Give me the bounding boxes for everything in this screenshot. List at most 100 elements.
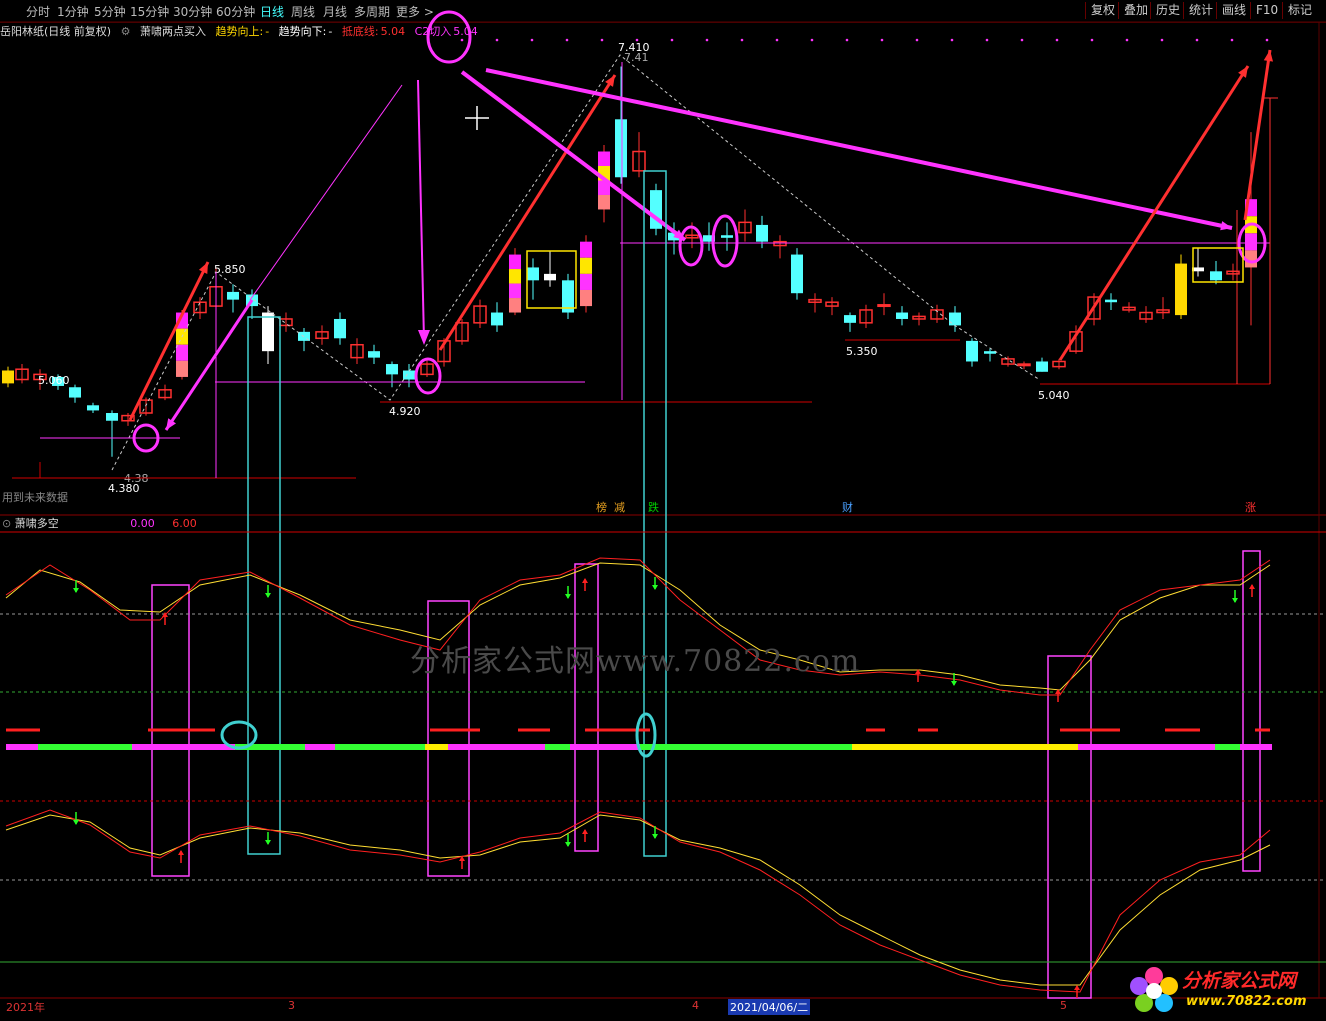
down-arrow-icon-head [951, 681, 957, 686]
red-trend-arrow [1243, 49, 1272, 221]
candle-body [580, 273, 592, 290]
top-dot-mark [495, 38, 499, 42]
down-arrow-icon-head [1232, 598, 1238, 603]
down-arrow-icon-head [265, 840, 271, 845]
candle-body [69, 387, 81, 398]
candle-body [262, 312, 274, 352]
top-dot-mark [1230, 38, 1234, 42]
thin-magenta-line [249, 84, 403, 301]
candle-body [721, 235, 733, 238]
top-dot-mark [1090, 38, 1094, 42]
flower-logo-icon [1130, 967, 1178, 1012]
top-dot-mark [1160, 38, 1164, 42]
top-dot-mark [740, 38, 744, 42]
indicator-panel-title: ⊙ 萧啸多空 0.00 6.00 [2, 515, 197, 531]
candle-body [106, 413, 118, 421]
candle-body [1105, 299, 1117, 303]
osc2-red-line [5, 809, 1271, 993]
candle-body [949, 312, 961, 326]
candle-body [598, 194, 610, 210]
event-tag: 榜 [596, 500, 607, 514]
price-label-low2: 4.920 [389, 405, 421, 418]
top-dot-mark [670, 38, 674, 42]
price-label-low3: 5.350 [846, 345, 878, 358]
candle-body [580, 289, 592, 307]
magenta-line [417, 79, 425, 341]
down-arrow-icon-head [565, 842, 571, 847]
top-dot-mark [705, 38, 709, 42]
candle-body [527, 267, 539, 281]
magenta-arrow [485, 68, 1233, 230]
brand-logo: 分析家公式网 www.70822.com [1124, 962, 1324, 1018]
candle-body [966, 340, 978, 362]
top-dot-mark [600, 38, 604, 42]
top-dot-mark [1125, 38, 1129, 42]
magenta-arrow-head [418, 330, 430, 345]
magenta-arrow [460, 70, 687, 242]
candle-body [598, 151, 610, 166]
panel2-name: 萧啸多空 [14, 517, 59, 530]
candle-body [844, 315, 856, 323]
candle-body [1245, 233, 1257, 251]
candle-body [1036, 361, 1048, 372]
candle-body [509, 269, 521, 284]
candle-body [1175, 263, 1187, 316]
circle-marker [678, 225, 704, 267]
top-dot-mark [565, 38, 569, 42]
candle-body [509, 298, 521, 313]
event-tag: 跌 [648, 500, 659, 514]
logo-name: 分析家公式网 [1182, 970, 1297, 992]
top-dot-mark [950, 38, 954, 42]
collapse-icon[interactable]: ⊙ [2, 517, 11, 530]
candle-body [1210, 271, 1222, 281]
top-dot-mark [880, 38, 884, 42]
candle-body [756, 224, 768, 242]
date-march: 3 [288, 999, 295, 1012]
date-may: 5 [1060, 999, 1067, 1012]
event-tag: 涨 [1245, 501, 1256, 514]
panel2-value-2: 6.00 [172, 517, 197, 530]
up-arrow-icon-head [1074, 985, 1080, 990]
candle-body [87, 405, 99, 411]
top-dot-mark [985, 38, 989, 42]
up-arrow-icon-head [1249, 584, 1255, 589]
magenta-highlight-box [1047, 655, 1092, 999]
candle-body [334, 318, 346, 339]
candle-body [896, 312, 908, 319]
magenta-highlight-box [1242, 550, 1261, 872]
magenta-highlight-box [574, 563, 599, 852]
price-label-peak-b: 7.41 [624, 51, 649, 64]
down-arrow-icon-head [73, 820, 79, 825]
top-dot-mark [530, 38, 534, 42]
date-april: 4 [692, 999, 699, 1012]
red-trend-arrow [1058, 65, 1250, 361]
date-cursor: 2021/04/06/二 [728, 999, 811, 1015]
top-dot-mark [1020, 38, 1024, 42]
candle-body [2, 370, 14, 384]
price-label-low4: 5.040 [1038, 389, 1070, 402]
down-arrow-icon-head [265, 593, 271, 598]
candle-body [877, 304, 891, 308]
candle-body [386, 364, 398, 375]
candle-body [403, 370, 415, 380]
candle-body [544, 273, 556, 281]
down-arrow-icon-head [565, 594, 571, 599]
candle-body [615, 119, 627, 178]
circle-marker [711, 214, 739, 268]
up-arrow-icon-head [582, 578, 588, 583]
candle-body [176, 344, 188, 361]
price-label-high2: 5.850 [214, 263, 246, 276]
candle-body [984, 351, 996, 354]
logo-url: www.70822.com [1186, 994, 1307, 1009]
top-dot-mark [1055, 38, 1059, 42]
event-tag: 财 [842, 500, 853, 514]
candle-body [1192, 267, 1204, 272]
kline-chart-canvas[interactable]: 5.0604.3804.385.8504.9207.4107.415.3505.… [0, 0, 1326, 1021]
candle-body [509, 254, 521, 270]
top-dot-mark [1195, 38, 1199, 42]
top-dot-mark [775, 38, 779, 42]
candle-body [580, 257, 592, 274]
top-dot-mark [810, 38, 814, 42]
down-arrow-icon-head [73, 588, 79, 593]
candle-body [491, 312, 503, 326]
